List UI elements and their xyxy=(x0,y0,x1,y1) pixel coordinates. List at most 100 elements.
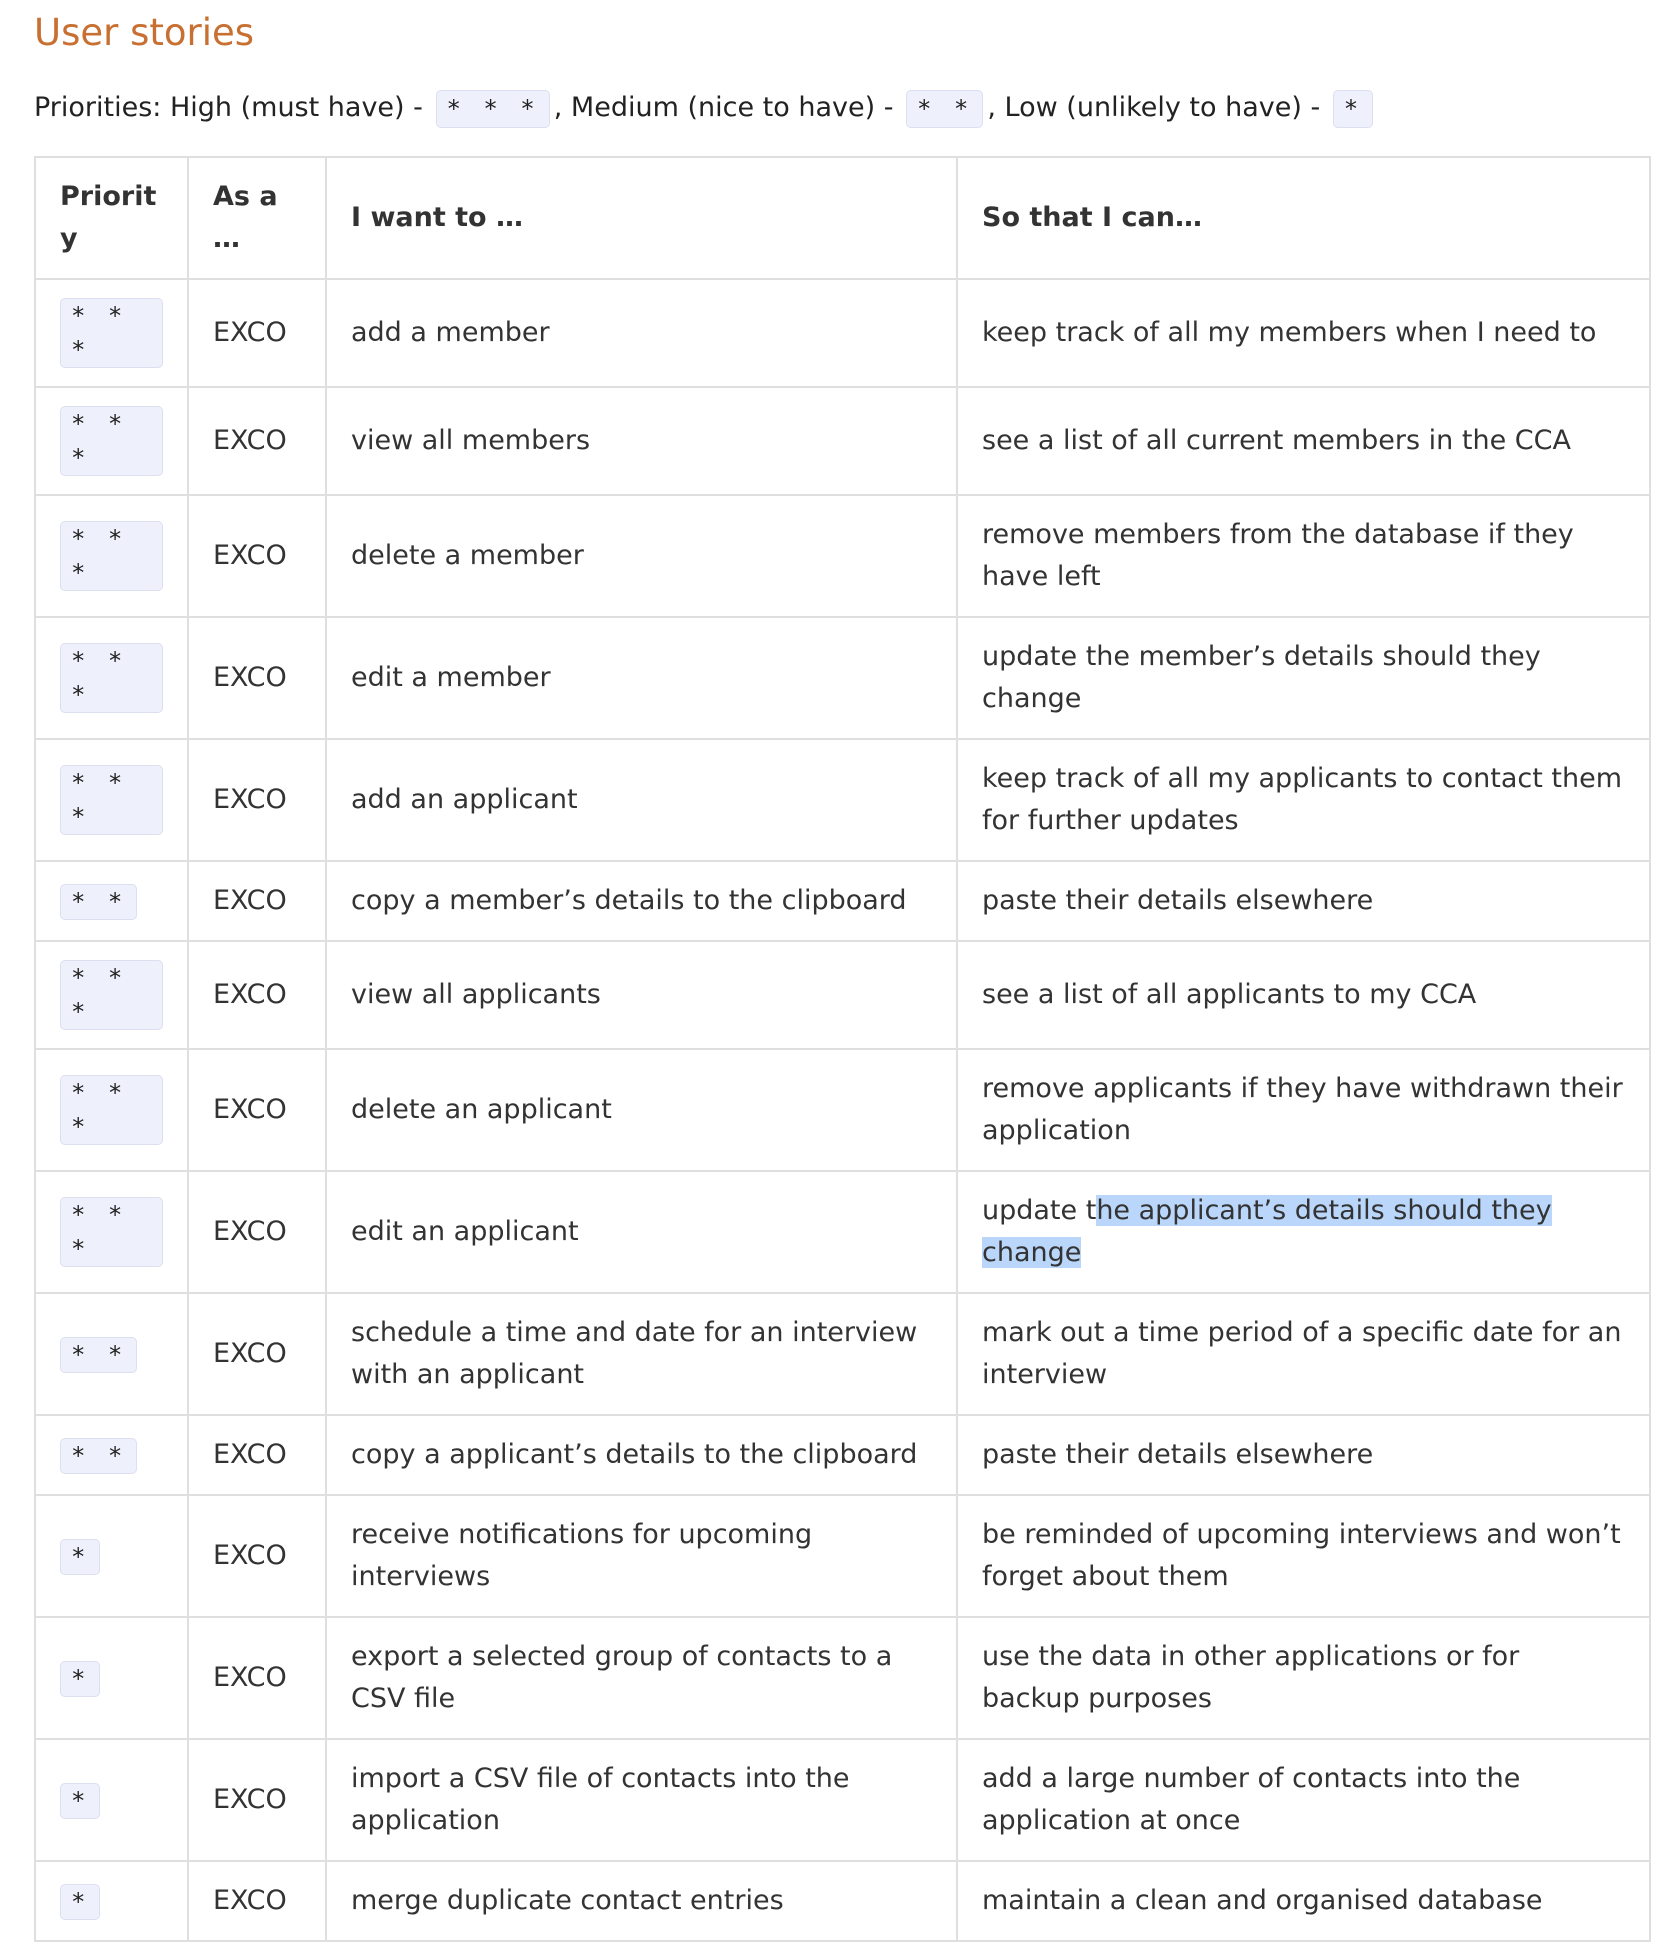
role-cell: EXCO xyxy=(187,1292,327,1416)
priority-cell: * xyxy=(34,1616,189,1740)
so-that-cell: use the data in other applications or fo… xyxy=(956,1616,1651,1740)
role-cell: EXCO xyxy=(187,278,327,388)
table-row: * * * EXCO delete an applicant remove ap… xyxy=(34,1048,1651,1172)
role-cell: EXCO xyxy=(187,1048,327,1172)
priority-cell: * * * xyxy=(34,386,189,496)
so-that-cell: see a list of all current members in the… xyxy=(956,386,1651,496)
table-row: * * * EXCO delete a member remove member… xyxy=(34,494,1651,618)
so-that-cell: see a list of all applicants to my CCA xyxy=(956,940,1651,1050)
table-row: * EXCO receive notifications for upcomin… xyxy=(34,1494,1651,1618)
so-that-cell: paste their details elsewhere xyxy=(956,1414,1651,1496)
want-cell: delete a member xyxy=(325,494,958,618)
table-row: * * * EXCO edit a member update the memb… xyxy=(34,616,1651,740)
priority-code: * xyxy=(60,1782,101,1819)
want-cell: view all members xyxy=(325,386,958,496)
table-row: * * * EXCO add an applicant keep track o… xyxy=(34,738,1651,862)
so-that-cell: remove members from the database if they… xyxy=(956,494,1651,618)
legend-prefix: Priorities: High (must have) - xyxy=(34,92,432,123)
priority-code: * * xyxy=(60,1437,138,1474)
want-cell: schedule a time and date for an intervie… xyxy=(325,1292,958,1416)
priority-cell: * * xyxy=(34,1414,189,1496)
priority-cell: * * * xyxy=(34,1170,189,1294)
legend-medium-text: , Medium (nice to have) - xyxy=(553,92,903,123)
want-cell: delete an applicant xyxy=(325,1048,958,1172)
so-that-cell: be reminded of upcoming interviews and w… xyxy=(956,1494,1651,1618)
priority-code: * * * xyxy=(60,521,163,591)
column-header-so-that: So that I can… xyxy=(956,156,1651,280)
priority-cell: * * * xyxy=(34,278,189,388)
table-row: * * EXCO copy a member’s details to the … xyxy=(34,860,1651,942)
column-header-role: As a … xyxy=(187,156,327,280)
so-that-cell: keep track of all my applicants to conta… xyxy=(956,738,1651,862)
legend-high-code: * * * xyxy=(435,89,550,128)
role-cell: EXCO xyxy=(187,1860,327,1942)
role-cell: EXCO xyxy=(187,494,327,618)
page-title: User stories xyxy=(34,11,255,54)
role-cell: EXCO xyxy=(187,1414,327,1496)
so-that-cell: remove applicants if they have withdrawn… xyxy=(956,1048,1651,1172)
priority-code: * xyxy=(60,1660,101,1697)
table-row: * * * EXCO add a member keep track of al… xyxy=(34,278,1651,388)
role-cell: EXCO xyxy=(187,616,327,740)
column-header-priority: Priority xyxy=(34,156,189,280)
priority-cell: * * * xyxy=(34,738,189,862)
table-row: * * * EXCO view all applicants see a lis… xyxy=(34,940,1651,1050)
priority-code: * * xyxy=(60,1336,138,1373)
table-header-row: Priority As a … I want to … So that I ca… xyxy=(34,156,1651,280)
so-that-cell: keep track of all my members when I need… xyxy=(956,278,1651,388)
role-cell: EXCO xyxy=(187,1494,327,1618)
priority-code: * * * xyxy=(60,765,163,835)
want-cell: merge duplicate contact entries xyxy=(325,1860,958,1942)
priority-code: * xyxy=(60,1883,101,1920)
table-row: * EXCO merge duplicate contact entries m… xyxy=(34,1860,1651,1942)
role-cell: EXCO xyxy=(187,386,327,496)
priority-cell: * xyxy=(34,1860,189,1942)
want-cell: view all applicants xyxy=(325,940,958,1050)
table-row: * EXCO import a CSV file of contacts int… xyxy=(34,1738,1651,1862)
want-cell: receive notifications for upcoming inter… xyxy=(325,1494,958,1618)
priority-code: * * * xyxy=(60,960,163,1030)
user-stories-table: Priority As a … I want to … So that I ca… xyxy=(34,156,1651,1942)
role-cell: EXCO xyxy=(187,1170,327,1294)
priority-cell: * * xyxy=(34,860,189,942)
priority-code: * * * xyxy=(60,643,163,713)
role-cell: EXCO xyxy=(187,1738,327,1862)
priority-cell: * * * xyxy=(34,940,189,1050)
priority-cell: * * * xyxy=(34,1048,189,1172)
so-that-cell: update the member’s details should they … xyxy=(956,616,1651,740)
table-row: * EXCO export a selected group of contac… xyxy=(34,1616,1651,1740)
role-cell: EXCO xyxy=(187,860,327,942)
want-cell: export a selected group of contacts to a… xyxy=(325,1616,958,1740)
table-row: * * EXCO schedule a time and date for an… xyxy=(34,1292,1651,1416)
priority-cell: * xyxy=(34,1494,189,1618)
so-that-cell: mark out a time period of a specific dat… xyxy=(956,1292,1651,1416)
legend-medium-code: * * xyxy=(906,89,984,128)
want-cell: add an applicant xyxy=(325,738,958,862)
priority-code: * * * xyxy=(60,1075,163,1145)
role-cell: EXCO xyxy=(187,1616,327,1740)
role-cell: EXCO xyxy=(187,940,327,1050)
priority-cell: * * * xyxy=(34,494,189,618)
priority-code: * * * xyxy=(60,298,163,368)
table-row: * * * EXCO edit an applicant update the … xyxy=(34,1170,1651,1294)
role-cell: EXCO xyxy=(187,738,327,862)
column-header-want: I want to … xyxy=(325,156,958,280)
so-that-plain-text: update t xyxy=(982,1195,1097,1226)
want-cell: copy a applicant’s details to the clipbo… xyxy=(325,1414,958,1496)
want-cell: edit an applicant xyxy=(325,1170,958,1294)
priority-code: * xyxy=(60,1538,101,1575)
priority-code: * * * xyxy=(60,1197,163,1267)
table-row: * * * EXCO view all members see a list o… xyxy=(34,386,1651,496)
priority-code: * * * xyxy=(60,406,163,476)
priority-cell: * * xyxy=(34,1292,189,1416)
table-row: * * EXCO copy a applicant’s details to t… xyxy=(34,1414,1651,1496)
priority-cell: * * * xyxy=(34,616,189,740)
want-cell: edit a member xyxy=(325,616,958,740)
so-that-cell: paste their details elsewhere xyxy=(956,860,1651,942)
legend-low-text: , Low (unlikely to have) - xyxy=(987,92,1329,123)
so-that-cell: update the applicant’s details should th… xyxy=(956,1170,1651,1294)
priority-cell: * xyxy=(34,1738,189,1862)
so-that-cell: add a large number of contacts into the … xyxy=(956,1738,1651,1862)
priority-legend: Priorities: High (must have) - * * *, Me… xyxy=(34,84,1377,132)
legend-low-code: * xyxy=(1332,89,1374,128)
